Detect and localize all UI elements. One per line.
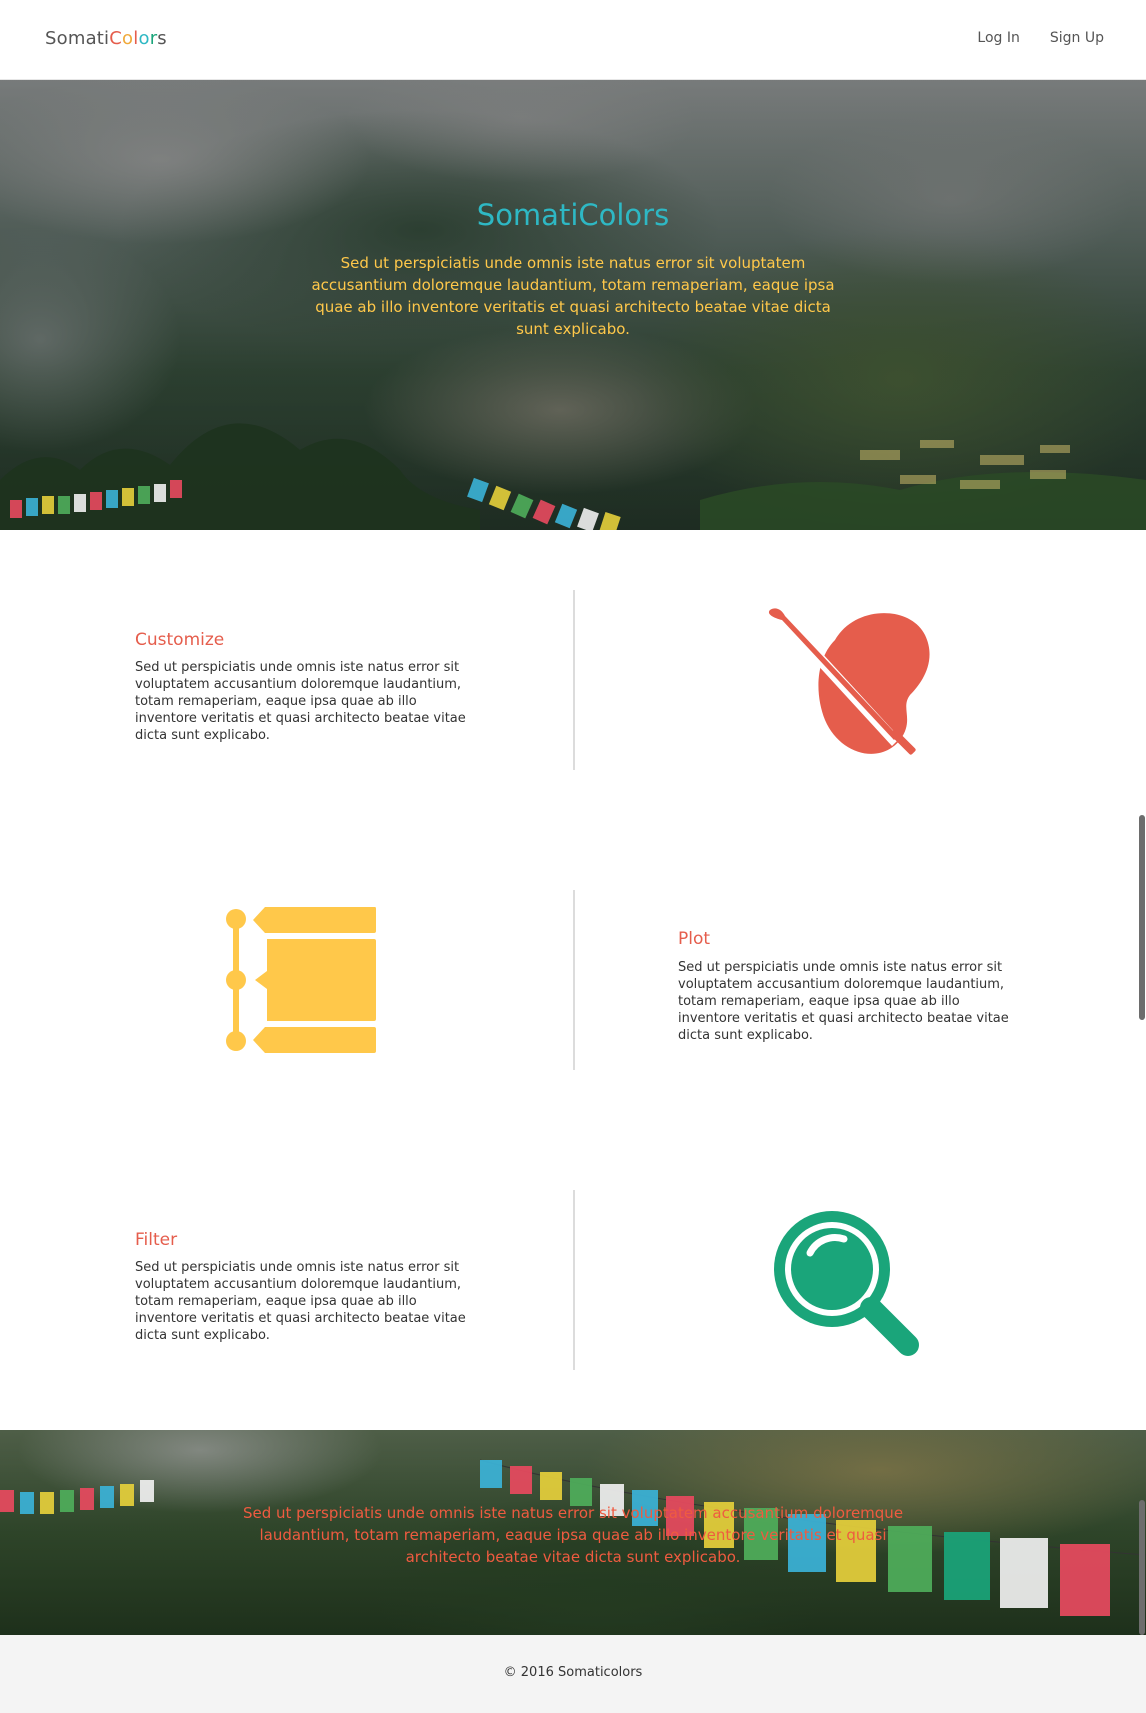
footer: © 2016 Somaticolors [0, 1635, 1146, 1713]
feature-title: Plot [678, 929, 711, 949]
feature-title: Filter [135, 1230, 178, 1250]
divider [573, 590, 575, 770]
feature-title: Customize [135, 630, 225, 650]
divider [573, 1190, 575, 1370]
magnifier-icon [774, 1211, 919, 1356]
feature-description: Sed ut perspiciatis unde omnis iste natu… [678, 960, 1009, 1043]
feature-description: Sed ut perspiciatis unde omnis iste natu… [135, 1260, 466, 1343]
divider [573, 890, 575, 1070]
feature-filter: Filter Sed ut perspiciatis unde omnis is… [0, 1190, 1146, 1370]
hero-title: SomatiColors [476, 198, 670, 232]
feature-plot: Plot Sed ut perspiciatis unde omnis iste… [0, 890, 1146, 1070]
brand-letter: o [138, 28, 150, 49]
brand-letter: o [122, 28, 134, 49]
hero-landscape-image [0, 423, 1146, 530]
palette-brush-icon [765, 605, 930, 755]
signup-link[interactable]: Sign Up [1050, 30, 1104, 46]
scrollbar-thumb[interactable] [1139, 815, 1145, 1020]
hero-section: SomatiColors Sed ut perspiciatis unde om… [0, 80, 1146, 530]
navbar: SomatiColors Log In Sign Up [0, 0, 1146, 80]
feature-description: Sed ut perspiciatis unde omnis iste natu… [135, 660, 466, 743]
login-link[interactable]: Log In [977, 30, 1019, 46]
hero-description: Sed ut perspiciatis unde omnis iste natu… [311, 254, 835, 338]
scrollbar[interactable] [1136, 0, 1146, 1713]
nav-links: Log In Sign Up [977, 30, 1104, 46]
brand-logo[interactable]: SomatiColors [45, 28, 167, 49]
scrollbar-thumb-secondary[interactable] [1139, 1500, 1145, 1635]
quote-banner: Sed ut perspiciatis unde omnis iste natu… [0, 1430, 1146, 1635]
brand-letter: s [157, 28, 167, 49]
timeline-icon [226, 907, 376, 1053]
feature-customize: Customize Sed ut perspiciatis unde omnis… [0, 590, 1146, 770]
brand-letter: Somati [45, 28, 110, 49]
copyright-text: © 2016 Somaticolors [503, 1665, 643, 1680]
brand-letter: C [109, 28, 123, 49]
banner-quote: Sed ut perspiciatis unde omnis iste natu… [242, 1504, 904, 1566]
